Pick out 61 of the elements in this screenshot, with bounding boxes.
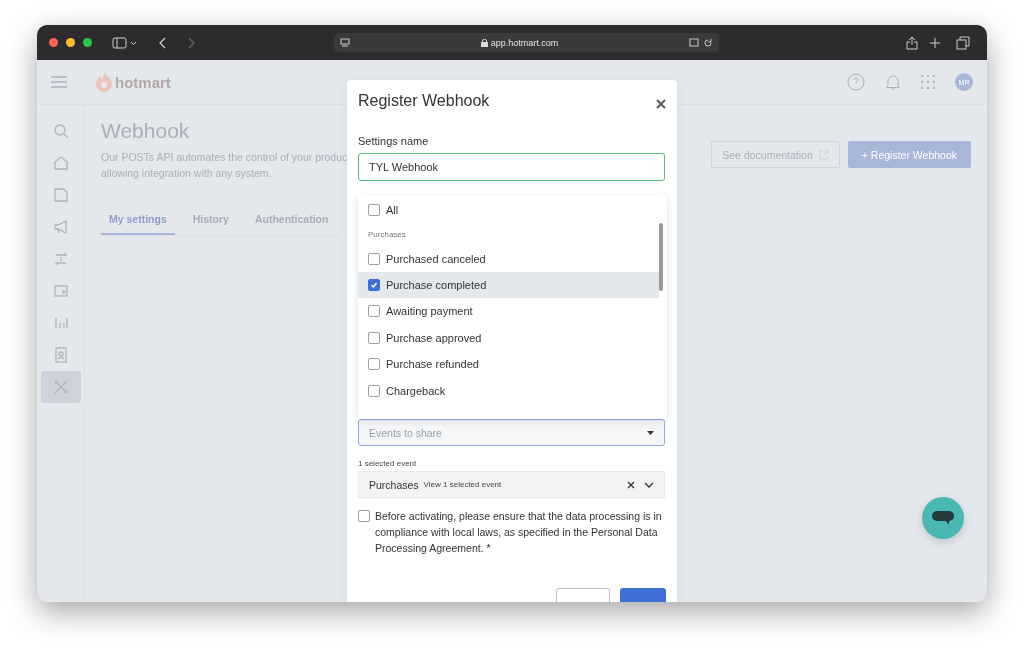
checkbox[interactable]: [368, 252, 380, 265]
back-icon[interactable]: [158, 36, 166, 49]
consent-checkbox[interactable]: [358, 510, 370, 522]
caret-icon: [647, 430, 654, 435]
field-label: Settings name: [358, 135, 430, 147]
chat-button[interactable]: [922, 497, 964, 539]
selected-summary: View 1 selected event: [423, 480, 503, 489]
address-bar[interactable]: app.hotmart.com: [334, 33, 719, 52]
help-icon[interactable]: [847, 73, 865, 91]
search-icon[interactable]: [52, 123, 69, 139]
bell-icon[interactable]: [885, 73, 901, 91]
clear-icon[interactable]: [627, 480, 635, 489]
zoom-window-icon[interactable]: [83, 38, 92, 47]
event-option[interactable]: All: [358, 197, 659, 224]
apps-grid-icon[interactable]: [921, 75, 935, 89]
checkbox[interactable]: [368, 204, 380, 217]
sidebar-toggle-icon[interactable]: [112, 36, 138, 49]
scrollbar-thumb[interactable]: [659, 223, 663, 291]
chevron-down-icon[interactable]: [644, 481, 654, 488]
folder-icon[interactable]: [52, 187, 69, 203]
url-text: app.hotmart.com: [490, 37, 559, 48]
page-icon: [340, 37, 350, 48]
group-label: Purchases: [367, 228, 407, 241]
translate-reload-icon[interactable]: [689, 37, 713, 48]
lock-icon: [480, 38, 488, 47]
flame-logo-icon: [95, 72, 113, 92]
checkbox[interactable]: [368, 278, 380, 291]
selected-count: 1 selected event: [358, 459, 418, 468]
consent-text: Before activating, please ensure that the data processing is in compliance with local laws, as specified in the Personal Data Processing Agreement. *: [375, 509, 663, 556]
checkbox[interactable]: [368, 305, 380, 318]
chart-icon[interactable]: [52, 315, 69, 331]
wallet-icon[interactable]: [52, 283, 69, 299]
checkbox[interactable]: [368, 384, 380, 397]
dialog-title: Register Webhook: [358, 92, 490, 110]
contact-icon[interactable]: [52, 347, 69, 363]
close-window-icon[interactable]: [49, 38, 58, 47]
minimize-window-icon[interactable]: [66, 38, 75, 47]
selected-events-group[interactable]: Purchases View 1 selected event: [358, 471, 665, 498]
forward-icon[interactable]: [188, 36, 196, 49]
close-icon: [656, 99, 666, 109]
sidebar-item[interactable]: [40, 371, 81, 403]
event-option[interactable]: Purchase completed: [358, 271, 659, 299]
event-option[interactable]: Purchase refunded: [358, 350, 659, 378]
event-option[interactable]: Purchased canceled: [358, 245, 659, 272]
chat-bubble-icon: [932, 511, 954, 525]
checkbox[interactable]: [368, 358, 380, 371]
settings-name-field[interactable]: TYL Webhook: [358, 153, 665, 181]
exchange-icon[interactable]: [52, 251, 69, 267]
home-icon[interactable]: [52, 155, 69, 171]
tools-icon[interactable]: [52, 379, 69, 395]
event-option[interactable]: Chargeback: [358, 377, 659, 404]
menu-icon[interactable]: [51, 76, 67, 88]
logo-text: hotmart: [115, 73, 171, 91]
megaphone-icon[interactable]: [52, 219, 69, 235]
close-button[interactable]: [656, 99, 666, 109]
event-option[interactable]: Awaiting payment: [358, 298, 659, 325]
event-option[interactable]: Purchase approved: [358, 324, 659, 351]
checkbox[interactable]: [368, 331, 380, 344]
group-name: Purchases: [369, 478, 419, 491]
check-icon: [370, 280, 378, 289]
page-title: Webhook: [101, 119, 191, 143]
